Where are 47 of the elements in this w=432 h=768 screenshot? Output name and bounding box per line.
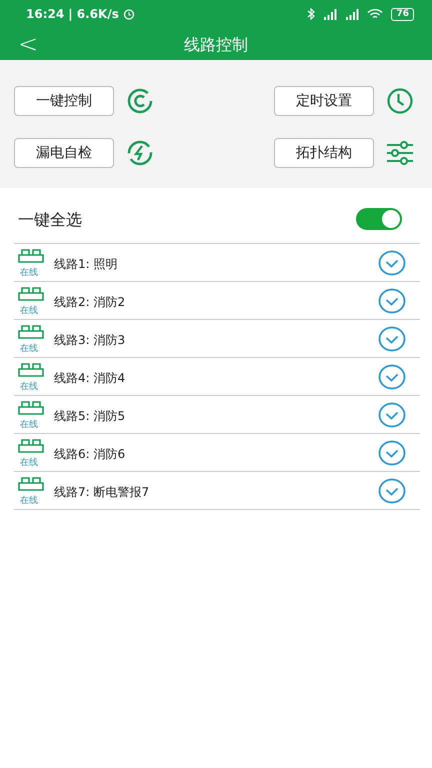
line-name: 线路6: 消防6	[54, 446, 126, 463]
line-name: 线路2: 消防2	[54, 294, 126, 311]
status-label: 在线	[20, 383, 38, 392]
wifi-icon	[367, 8, 384, 20]
status-label: 在线	[20, 497, 38, 506]
line-name: 线路4: 消防4	[54, 370, 126, 387]
network-speed: | 6.6K/s	[68, 6, 119, 23]
check-circle-icon[interactable]	[378, 478, 406, 504]
select-all-label: 一键全选	[18, 209, 82, 231]
signal-icon	[345, 8, 360, 20]
signal-icon	[323, 8, 338, 20]
line-name: 线路3: 消防3	[54, 332, 126, 349]
status-label: 在线	[20, 421, 38, 430]
status-label: 在线	[20, 459, 38, 468]
device-icon	[18, 249, 44, 263]
clock-icon[interactable]	[386, 87, 414, 115]
device-icon	[18, 287, 44, 301]
check-circle-icon[interactable]	[378, 288, 406, 314]
status-label: 在线	[20, 307, 38, 316]
device-icon	[18, 325, 44, 339]
bolt-icon[interactable]	[126, 139, 154, 167]
device-icon	[18, 477, 44, 491]
action-button[interactable]: 拓扑结构	[274, 138, 374, 168]
alarm-icon	[122, 8, 135, 20]
check-circle-icon[interactable]	[378, 250, 406, 276]
status-label: 在线	[20, 269, 38, 278]
cycle-icon[interactable]	[126, 87, 154, 115]
device-icon	[18, 401, 44, 415]
action-button[interactable]: 漏电自检	[14, 138, 114, 168]
battery-level: 76	[391, 8, 414, 20]
device-icon	[18, 439, 44, 453]
bluetooth-icon	[307, 8, 316, 20]
line-name: 线路1: 照明	[54, 256, 118, 273]
check-circle-icon[interactable]	[378, 326, 406, 352]
select-all-toggle[interactable]	[356, 208, 402, 230]
check-circle-icon[interactable]	[378, 440, 406, 466]
line-name: 线路5: 消防5	[54, 408, 126, 425]
line-name: 线路7: 断电警报7	[54, 484, 150, 501]
page-title: 线路控制	[184, 35, 248, 54]
check-circle-icon[interactable]	[378, 364, 406, 390]
action-button[interactable]: 一键控制	[14, 86, 114, 116]
device-icon	[18, 363, 44, 377]
check-circle-icon[interactable]	[378, 402, 406, 428]
action-button[interactable]: 定时设置	[274, 86, 374, 116]
sliders-icon[interactable]	[386, 139, 414, 167]
status-label: 在线	[20, 345, 38, 354]
status-time: 16:24	[26, 6, 64, 23]
